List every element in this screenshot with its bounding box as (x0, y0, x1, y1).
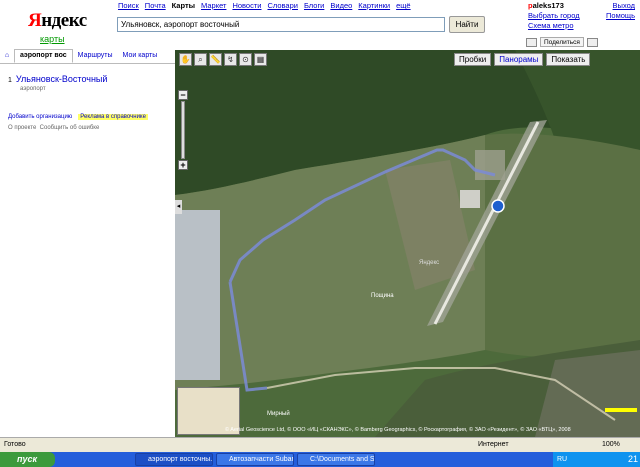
nav-news[interactable]: Новости (232, 1, 261, 10)
tab-my-maps[interactable]: Мои карты (118, 50, 163, 63)
zoom-track[interactable] (181, 101, 185, 159)
print-icon[interactable] (526, 37, 537, 47)
scale-bar (605, 408, 637, 412)
tab-search[interactable]: аэропорт вос (14, 49, 73, 63)
print-tool-icon[interactable]: ⊙ (239, 53, 252, 66)
zoom-out-button[interactable]: − (178, 90, 188, 100)
link-icon[interactable] (586, 37, 598, 47)
collapse-sidebar-icon[interactable]: ◂ (175, 200, 182, 214)
nav-search[interactable]: Поиск (118, 1, 139, 10)
nav-more[interactable]: ещё (396, 1, 411, 10)
status-zone: Интернет (478, 441, 509, 448)
metro-map-link[interactable]: Схема метро (528, 21, 580, 31)
nav-maps: Карты (171, 1, 196, 10)
panoramas-button[interactable]: Панорамы (494, 53, 544, 66)
magnifier-tool-icon[interactable]: ⌕ (194, 53, 207, 66)
tab-routes[interactable]: Маршруты (73, 50, 118, 63)
result-item[interactable]: 1 Ульяновск-Восточный (8, 74, 107, 84)
taskbar-item-browser[interactable]: аэропорт восточны... (135, 453, 213, 466)
browser-statusbar: Готово Интернет 100% (0, 437, 640, 452)
taskbar-item-subaru[interactable]: Автозапчасти Subar... (216, 453, 294, 466)
status-zoom[interactable]: 100% (602, 441, 620, 448)
nav-video[interactable]: Видео (330, 1, 352, 10)
zoom-slider[interactable]: − + (178, 90, 188, 170)
route-tool-icon[interactable]: ↯ (224, 53, 237, 66)
about-link[interactable]: О проекте (8, 125, 36, 131)
nav-mail[interactable]: Почта (145, 1, 166, 10)
taskbar-item-documents[interactable]: C:\Documents and Se... (297, 453, 375, 466)
system-tray: RU 21 (553, 452, 640, 467)
header: Яндекс карты Поиск Почта Карты Маркет Но… (0, 0, 640, 48)
choose-city-link[interactable]: Выбрать город (528, 11, 580, 21)
sidebar-tabs: ⌂ аэропорт вос Маршруты Мои карты (0, 49, 175, 64)
clock[interactable]: 21 (628, 452, 638, 467)
yandex-logo[interactable]: Яндекс (28, 10, 87, 32)
report-error-link[interactable]: Сообщить об ошибке (40, 125, 100, 131)
map-layer-buttons: Пробки Панорамы Показать (454, 53, 591, 66)
map-imagery (175, 50, 640, 437)
status-ready: Готово (4, 441, 26, 448)
sidebar-links: Добавить организацию Реклама в справочник… (8, 112, 148, 134)
nav-images[interactable]: Картинки (358, 1, 390, 10)
map-copyright: © Aerial Geoscience Ltd, © ООО «ИЦ «СКАН… (225, 427, 571, 433)
result-type: аэропорт (20, 86, 46, 92)
map-tools: ✋ ⌕ 📏 ↯ ⊙ ▦ (179, 53, 267, 66)
ruler-tool-icon[interactable]: 📏 (209, 53, 222, 66)
logo-maps-link[interactable]: карты (40, 34, 65, 44)
satellite-map[interactable]: ✋ ⌕ 📏 ↯ ⊙ ▦ − + Пробки Панорамы Показать… (175, 50, 640, 437)
username[interactable]: paleks173 (528, 1, 580, 11)
nav-market[interactable]: Маркет (201, 1, 226, 10)
map-marker (491, 199, 505, 213)
hand-tool-icon[interactable]: ✋ (179, 53, 192, 66)
show-dropdown[interactable]: Показать (546, 53, 591, 66)
search-input[interactable] (117, 17, 445, 32)
exit-link[interactable]: Выход (605, 1, 635, 11)
nav-dictionaries[interactable]: Словари (267, 1, 297, 10)
help-link[interactable]: Помощь (605, 11, 635, 21)
grid-tool-icon[interactable]: ▦ (254, 53, 267, 66)
language-indicator[interactable]: RU (557, 456, 567, 463)
top-navigation: Поиск Почта Карты Маркет Новости Словари… (118, 1, 411, 10)
user-panel: paleks173 Выбрать город Схема метро (528, 1, 580, 31)
map-label-poshchina: Пощина (371, 293, 394, 299)
zoom-in-button[interactable]: + (178, 160, 188, 170)
home-icon[interactable]: ⌂ (0, 50, 14, 63)
windows-taskbar: пуск аэропорт восточны... Автозапчасти S… (0, 452, 640, 467)
share-button[interactable]: Поделиться (540, 37, 584, 47)
search-button[interactable]: Найти (449, 16, 485, 33)
start-button[interactable]: пуск (0, 452, 55, 467)
map-label-yandex: Яндекс (419, 260, 440, 266)
nav-blogs[interactable]: Блоги (304, 1, 324, 10)
map-label-mirny: Мирный (267, 411, 290, 417)
add-organization-link[interactable]: Добавить организацию (8, 114, 72, 120)
share-toolbar: Поделиться (526, 37, 598, 47)
ad-link[interactable]: Реклама в справочнике (78, 114, 148, 120)
user-links: Выход Помощь (605, 1, 635, 21)
traffic-button[interactable]: Пробки (454, 53, 492, 66)
